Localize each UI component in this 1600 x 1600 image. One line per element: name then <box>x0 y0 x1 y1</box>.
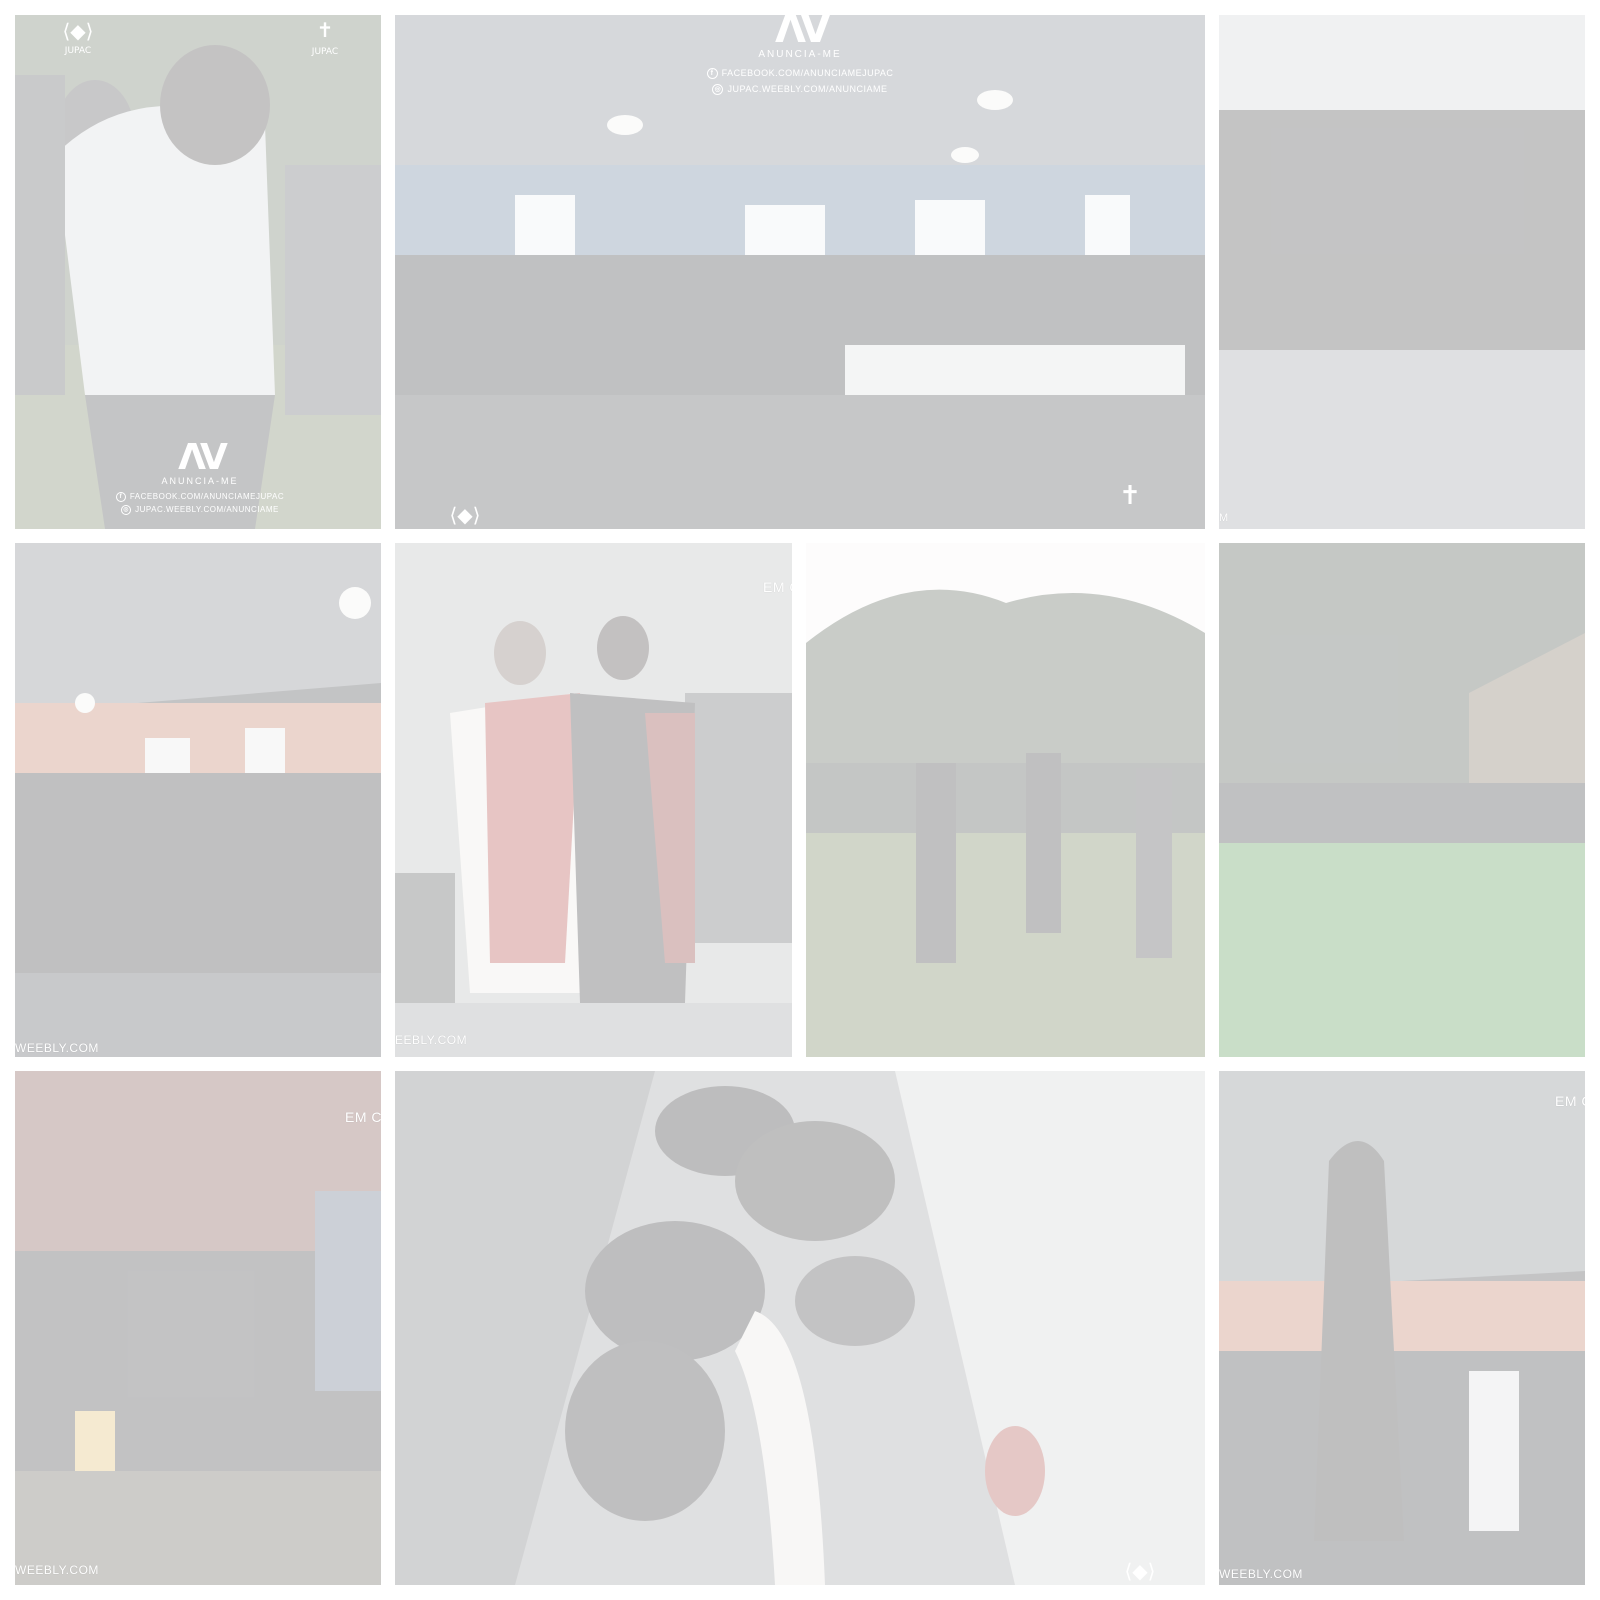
gallery-tile-altar[interactable]: EM CO WEEBLY.COM <box>15 1071 381 1585</box>
photo-costumed-pair <box>395 543 792 1057</box>
photo-altar <box>15 1071 381 1585</box>
site-watermark-fragment: M <box>1219 512 1229 524</box>
globe-icon: ◎ <box>712 84 724 96</box>
facebook-icon: f <box>115 492 126 502</box>
wings-emblem-icon: ⟨◆⟩ <box>449 503 481 527</box>
brand-watermark: ΛV ANUNCIA-ME f FACEBOOK.COM/ANUNCIAMEJUP… <box>115 440 285 515</box>
site-watermark-fragment: WEEBLY.COM <box>1219 1567 1303 1581</box>
photo-prayer <box>395 1071 1205 1585</box>
gallery-tile-field-group[interactable] <box>1219 543 1585 1057</box>
facebook-icon: f <box>706 68 718 80</box>
site-watermark-fragment: WEEBLY.COM <box>15 1563 99 1577</box>
site-link[interactable]: ◎ JUPAC.WEEBLY.COM/ANUNCIAME <box>695 84 905 96</box>
photo-hall-crowd <box>15 543 381 1057</box>
facebook-link[interactable]: f FACEBOOK.COM/ANUNCIAMEJUPAC <box>695 68 905 80</box>
facebook-link[interactable]: f FACEBOOK.COM/ANUNCIAMEJUPAC <box>115 492 285 502</box>
photo-gallery: ⟨◆⟩ JUPAC ✝ JUPAC ΛV ANUNCIA-ME f FACEBOO… <box>0 0 1600 1600</box>
brand-mark-icon: ΛV <box>178 437 228 478</box>
gallery-tile-group-outdoor[interactable]: M <box>1219 15 1585 529</box>
gallery-tile-prayer[interactable]: ⟨◆⟩ <box>395 1071 1205 1585</box>
site-link-text: JUPAC.WEEBLY.COM/ANUNCIAME <box>135 505 279 515</box>
site-link[interactable]: ◎ JUPAC.WEEBLY.COM/ANUNCIAME <box>115 505 285 515</box>
facebook-link-text: FACEBOOK.COM/ANUNCIAMEJUPAC <box>721 68 894 78</box>
wings-emblem-icon: ⟨◆⟩ <box>1124 1559 1156 1583</box>
em-watermark-fragment: EM C <box>1555 1093 1585 1109</box>
globe-icon: ◎ <box>121 505 132 515</box>
site-watermark-fragment: EEBLY.COM <box>395 1033 468 1047</box>
photo-field-gathering <box>806 543 1205 1057</box>
site-watermark-fragment: WEEBLY.COM <box>15 1041 99 1055</box>
gallery-tile-hall-audience[interactable]: ΛV ANUNCIA-ME f FACEBOOK.COM/ANUNCIAMEJUP… <box>395 15 1205 529</box>
photo-statue-hall <box>1219 1071 1585 1585</box>
facebook-link-text: FACEBOOK.COM/ANUNCIAMEJUPAC <box>129 492 285 502</box>
gallery-tile-statue-hall[interactable]: EM C WEEBLY.COM <box>1219 1071 1585 1585</box>
site-link-text: JUPAC.WEEBLY.COM/ANUNCIAME <box>727 84 888 95</box>
gallery-tile-embrace[interactable]: ⟨◆⟩ JUPAC ✝ JUPAC ΛV ANUNCIA-ME f FACEBOO… <box>15 15 381 529</box>
gallery-tile-costumed-pair[interactable]: EM C EEBLY.COM <box>395 543 792 1057</box>
brand-name: ANUNCIA-ME <box>161 476 239 486</box>
em-watermark-fragment: EM C <box>763 579 792 595</box>
brand-name: ANUNCIA-ME <box>758 49 842 60</box>
cross-emblem-icon: ✝ JUPAC <box>311 18 339 57</box>
brand-mark-icon: ΛV <box>775 15 831 52</box>
em-watermark-fragment: EM CO <box>345 1109 381 1125</box>
photo-group-outdoor <box>1219 15 1585 529</box>
photo-field-group <box>1219 543 1585 1057</box>
wings-emblem-icon: ⟨◆⟩ JUPAC <box>62 19 94 56</box>
brand-watermark: ΛV ANUNCIA-ME f FACEBOOK.COM/ANUNCIAMEJUP… <box>695 15 905 96</box>
gallery-tile-hall-crowd[interactable]: WEEBLY.COM <box>15 543 381 1057</box>
cross-emblem-icon: ✝ <box>1119 481 1141 511</box>
gallery-tile-field-gathering[interactable] <box>806 543 1205 1057</box>
